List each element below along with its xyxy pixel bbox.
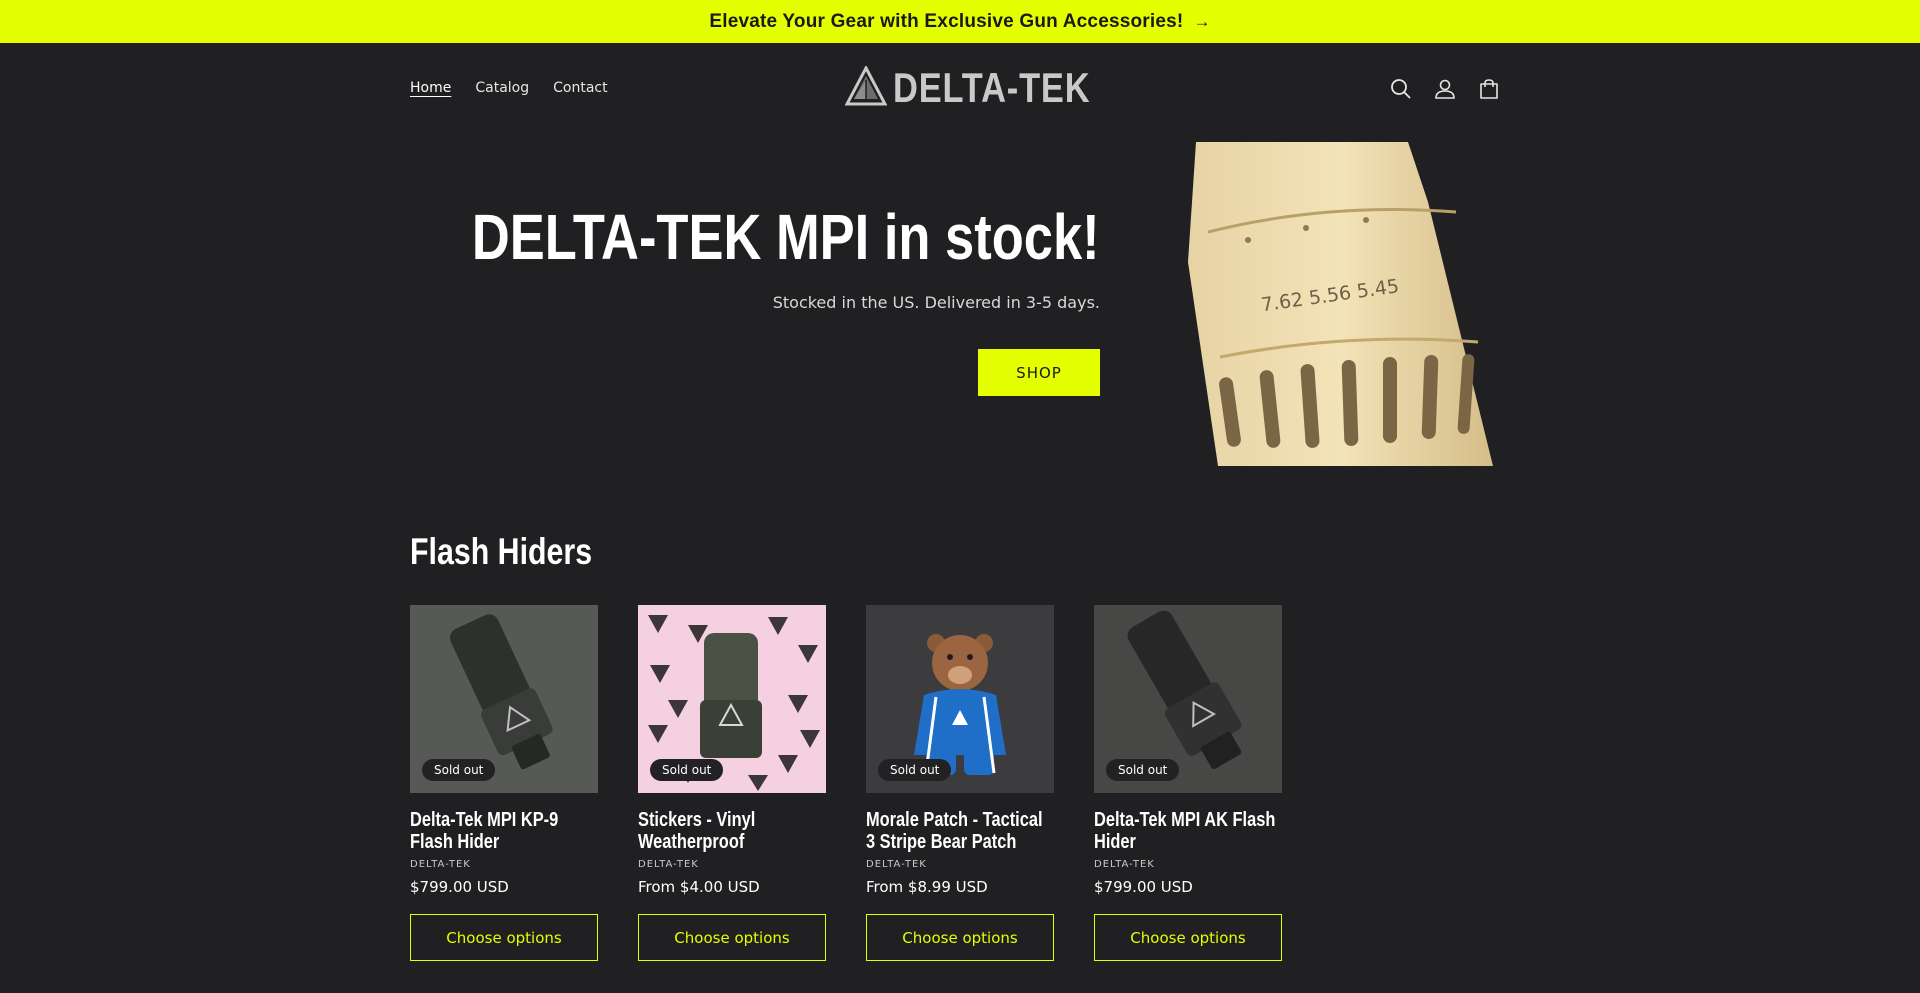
- product-price: $799.00 USD: [410, 878, 509, 896]
- nav-home[interactable]: Home: [410, 80, 451, 96]
- nav-contact[interactable]: Contact: [553, 80, 607, 96]
- product-card: Sold out Delta-Tek MPI KP-9 Flash Hider …: [410, 605, 598, 961]
- cart-icon[interactable]: [1478, 78, 1500, 100]
- product-vendor: DELTA-TEK: [1094, 859, 1155, 870]
- product-card: Sold out Morale Patch - Tactical 3 Strip…: [866, 605, 1054, 961]
- header-icons: [1390, 78, 1500, 100]
- sold-out-badge: Sold out: [878, 759, 952, 781]
- product-image[interactable]: Sold out: [638, 605, 826, 793]
- product-card: Sold out Delta-Tek MPI AK Flash Hider DE…: [1094, 605, 1282, 961]
- product-card: Sold out Stickers - Vinyl Weatherproof D…: [638, 605, 826, 961]
- product-image[interactable]: Sold out: [1094, 605, 1282, 793]
- product-vendor: DELTA-TEK: [866, 859, 927, 870]
- choose-options-button[interactable]: Choose options: [866, 914, 1054, 961]
- product-image[interactable]: Sold out: [410, 605, 598, 793]
- logo-mark-icon: [844, 64, 888, 110]
- choose-options-button[interactable]: Choose options: [410, 914, 598, 961]
- choose-options-button[interactable]: Choose options: [1094, 914, 1282, 961]
- product-title[interactable]: Morale Patch - Tactical 3 Stripe Bear Pa…: [866, 809, 1055, 853]
- hero-title: DELTA-TEK MPI in stock!: [472, 201, 1100, 273]
- product-vendor: DELTA-TEK: [410, 859, 471, 870]
- hero-subtitle: Stocked in the US. Delivered in 3-5 days…: [772, 293, 1100, 312]
- site-logo[interactable]: DELTA-TEK: [844, 64, 1134, 112]
- hero-product-image: 7.62 5.56 5.45: [1188, 142, 1508, 466]
- announcement-text: Elevate Your Gear with Exclusive Gun Acc…: [709, 10, 1184, 32]
- arrow-right-icon: →: [1193, 11, 1211, 31]
- announcement-bar[interactable]: Elevate Your Gear with Exclusive Gun Acc…: [0, 0, 1920, 43]
- product-price: From $4.00 USD: [638, 878, 760, 896]
- product-image[interactable]: Sold out: [866, 605, 1054, 793]
- product-title[interactable]: Delta-Tek MPI KP-9 Flash Hider: [410, 809, 599, 853]
- product-title[interactable]: Stickers - Vinyl Weatherproof: [638, 809, 827, 853]
- choose-options-button[interactable]: Choose options: [638, 914, 826, 961]
- search-icon[interactable]: [1390, 78, 1412, 100]
- product-vendor: DELTA-TEK: [638, 859, 699, 870]
- logo-text: DELTA-TEK: [893, 64, 1091, 111]
- main-nav: Home Catalog Contact: [410, 80, 608, 96]
- product-price: From $8.99 USD: [866, 878, 988, 896]
- product-title[interactable]: Delta-Tek MPI AK Flash Hider: [1094, 809, 1283, 853]
- section-title: Flash Hiders: [410, 531, 593, 572]
- nav-catalog[interactable]: Catalog: [475, 80, 529, 96]
- sold-out-badge: Sold out: [1106, 759, 1180, 781]
- account-icon[interactable]: [1434, 78, 1456, 100]
- sold-out-badge: Sold out: [650, 759, 724, 781]
- shop-button[interactable]: SHOP: [978, 349, 1100, 396]
- product-price: $799.00 USD: [1094, 878, 1193, 896]
- sold-out-badge: Sold out: [422, 759, 496, 781]
